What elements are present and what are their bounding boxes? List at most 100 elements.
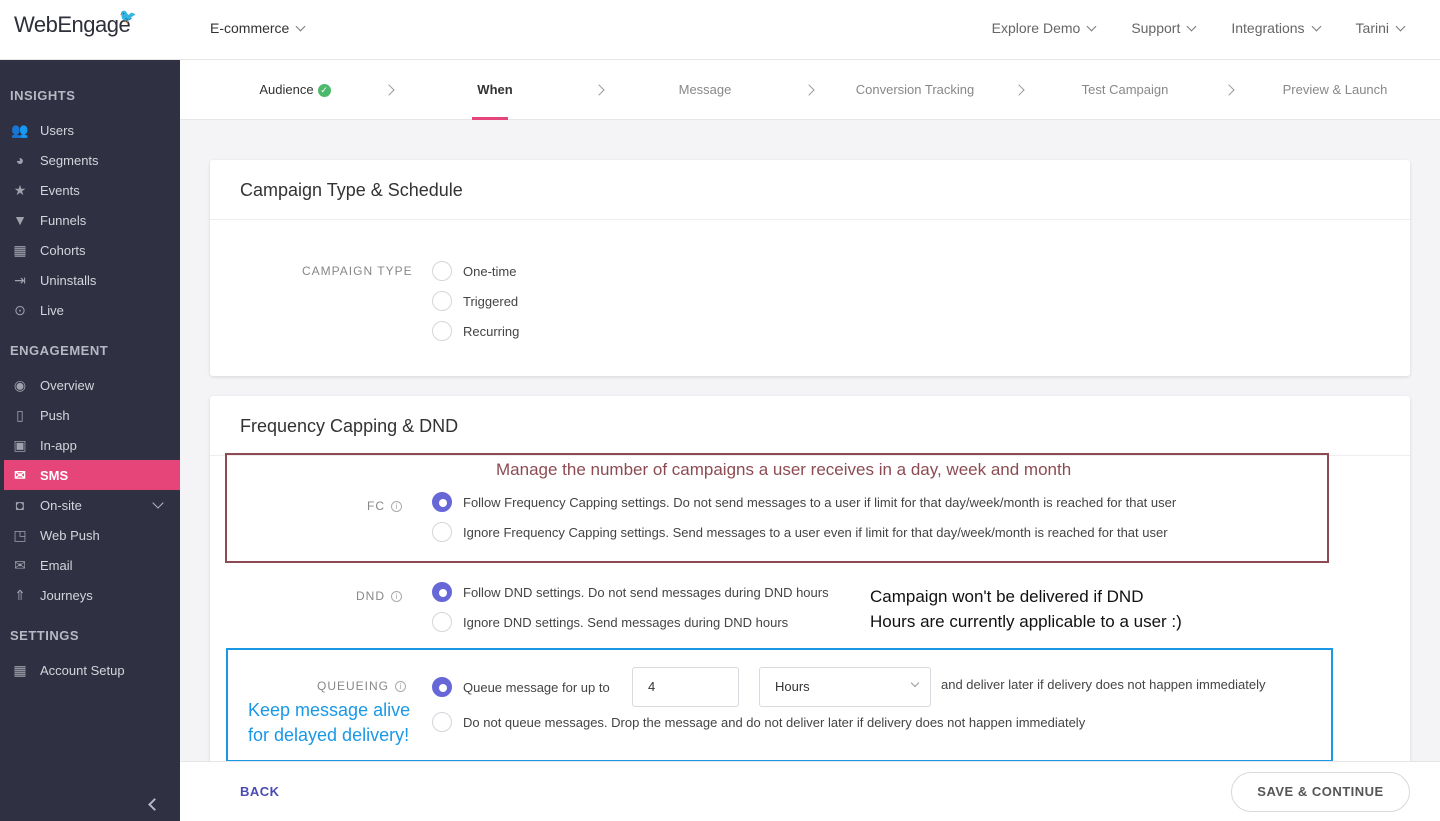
sidebar-item-label: Cohorts (40, 242, 86, 258)
check-icon: ✓ (317, 84, 331, 98)
sidebar-item-in-app[interactable]: ▣ In-app (0, 430, 180, 460)
top-nav: Explore Demo Support Integrations Tarini (991, 20, 1406, 36)
radio-triggered[interactable]: Triggered (432, 291, 518, 311)
users-icon: 👥 (11, 121, 29, 138)
exit-icon: ⇥ (14, 271, 26, 288)
window-icon: ◘ (15, 497, 25, 513)
sidebar-item-web-push[interactable]: ◳ Web Push (0, 520, 180, 550)
webengage-logo[interactable]: WebEngage 🐦 (14, 8, 137, 38)
radio-label: Follow DND settings. Do not send message… (463, 584, 829, 600)
funnel-icon: ▼ (13, 212, 27, 228)
step-message[interactable]: Message (625, 60, 785, 120)
radio-label: Recurring (463, 323, 520, 339)
sidebar-item-email[interactable]: ✉ Email (0, 550, 180, 580)
chevron-right-icon (383, 84, 395, 96)
step-preview-launch[interactable]: Preview & Launch (1255, 60, 1415, 120)
sidebar-item-label: On-site (40, 497, 82, 513)
topnav-label: Support (1131, 20, 1181, 36)
sidebar-item-events[interactable]: ★ Events (0, 175, 180, 205)
info-icon[interactable]: i (391, 591, 402, 603)
project-selector[interactable]: E-commerce (210, 20, 306, 36)
pie-icon: ◕ (15, 152, 25, 168)
sidebar-section-engagement: ENGAGEMENT (10, 343, 109, 358)
support-menu[interactable]: Support (1131, 20, 1197, 36)
dnd-annotation: Campaign won't be delivered if DND Hours … (870, 584, 1182, 634)
sidebar-item-label: Account Setup (40, 662, 125, 678)
top-bar: WebEngage 🐦 E-commerce Explore Demo Suppo… (0, 0, 1440, 60)
sidebar-item-label: Segments (40, 152, 99, 168)
sidebar-item-funnels[interactable]: ▼ Funnels (0, 205, 180, 235)
radio-button[interactable] (432, 612, 452, 632)
sidebar-item-account-setup[interactable]: ▦ Account Setup (0, 655, 180, 685)
radio-button[interactable] (432, 261, 452, 281)
sms-icon: ✉ (14, 466, 26, 483)
sidebar-item-label: Events (40, 182, 80, 198)
sidebar-item-sms[interactable]: ✉ SMS (4, 460, 180, 490)
save-continue-button[interactable]: SAVE & CONTINUE (1231, 772, 1410, 812)
annotation-line: Hours are currently applicable to a user… (870, 612, 1182, 631)
bird-icon: 🐦 (119, 8, 137, 24)
chevron-down-icon (1311, 21, 1321, 31)
step-label: Test Campaign (1081, 82, 1169, 97)
sidebar-item-label: Live (40, 302, 64, 318)
chevron-down-icon (1086, 21, 1097, 31)
radio-label: One-time (463, 263, 517, 279)
radio-button[interactable] (432, 291, 452, 311)
chevron-right-icon (803, 84, 815, 96)
step-label: Audience (259, 82, 314, 97)
chevron-right-icon (1223, 84, 1235, 96)
step-conversion-tracking[interactable]: Conversion Tracking (835, 60, 995, 120)
radio-button[interactable] (432, 582, 452, 602)
footer-bar: BACK SAVE & CONTINUE (180, 761, 1440, 821)
campaign-type-card: Campaign Type & Schedule CAMPAIGN TYPE O… (210, 160, 1410, 376)
back-button[interactable]: BACK (240, 784, 280, 799)
browser-icon: ◳ (13, 526, 27, 543)
step-label: Preview & Launch (1282, 82, 1388, 97)
sidebar-item-overview[interactable]: ◉ Overview (0, 370, 180, 400)
step-label: When (477, 82, 513, 97)
explore-demo-menu[interactable]: Explore Demo (991, 20, 1097, 36)
sidebar-item-users[interactable]: 👥 Users (0, 115, 180, 145)
sidebar-item-journeys[interactable]: ⇑ Journeys (0, 580, 180, 610)
sidebar-item-label: SMS (40, 467, 69, 483)
sidebar-item-label: Overview (40, 377, 95, 393)
apps-icon: ▦ (13, 661, 27, 678)
card-title: Campaign Type & Schedule (210, 160, 1410, 220)
sidebar-item-label: Email (40, 557, 73, 573)
radio-recurring[interactable]: Recurring (432, 321, 519, 341)
sidebar: INSIGHTS 👥 Users ◕ Segments ★ Events ▼ Funne… (0, 60, 180, 821)
rocket-icon: ⇑ (14, 586, 26, 603)
sidebar-item-live[interactable]: ⊙ Live (0, 295, 180, 325)
sidebar-item-push[interactable]: ▯ Push (0, 400, 180, 430)
mobile-icon: ▯ (16, 406, 24, 423)
campaign-type-label: CAMPAIGN TYPE (302, 264, 413, 278)
step-when[interactable]: When (415, 60, 575, 120)
sidebar-item-on-site[interactable]: ◘ On-site (0, 490, 180, 520)
sidebar-item-uninstalls[interactable]: ⇥ Uninstalls (0, 265, 180, 295)
card-title: Frequency Capping & DND (210, 396, 1410, 456)
chevron-down-icon (152, 497, 164, 509)
sidebar-item-label: In-app (40, 437, 77, 453)
annotation-line: for delayed delivery! (248, 725, 410, 745)
topnav-label: Tarini (1355, 20, 1389, 36)
chevron-down-icon (1395, 21, 1406, 31)
sidebar-item-label: Web Push (40, 527, 100, 543)
radio-one-time[interactable]: One-time (432, 261, 516, 281)
eye-icon: ◉ (13, 376, 27, 393)
radio-button[interactable] (432, 321, 452, 341)
step-audience[interactable]: Audience ✓ (215, 60, 375, 120)
sidebar-section-settings: SETTINGS (10, 628, 80, 643)
sidebar-item-segments[interactable]: ◕ Segments (0, 145, 180, 175)
radio-follow-dnd[interactable]: Follow DND settings. Do not send message… (432, 582, 829, 602)
topnav-label: Explore Demo (991, 20, 1081, 36)
radio-ignore-dnd[interactable]: Ignore DND settings. Send messages durin… (432, 612, 788, 632)
sidebar-item-label: Uninstalls (40, 272, 97, 288)
annotation-line: Keep message alive (248, 700, 411, 720)
chevron-right-icon (593, 84, 605, 96)
chevron-down-icon (295, 21, 306, 31)
collapse-sidebar-icon[interactable] (148, 798, 161, 811)
integrations-menu[interactable]: Integrations (1231, 20, 1321, 36)
sidebar-item-cohorts[interactable]: ▦ Cohorts (0, 235, 180, 265)
step-test-campaign[interactable]: Test Campaign (1045, 60, 1205, 120)
user-menu[interactable]: Tarini (1355, 20, 1406, 36)
